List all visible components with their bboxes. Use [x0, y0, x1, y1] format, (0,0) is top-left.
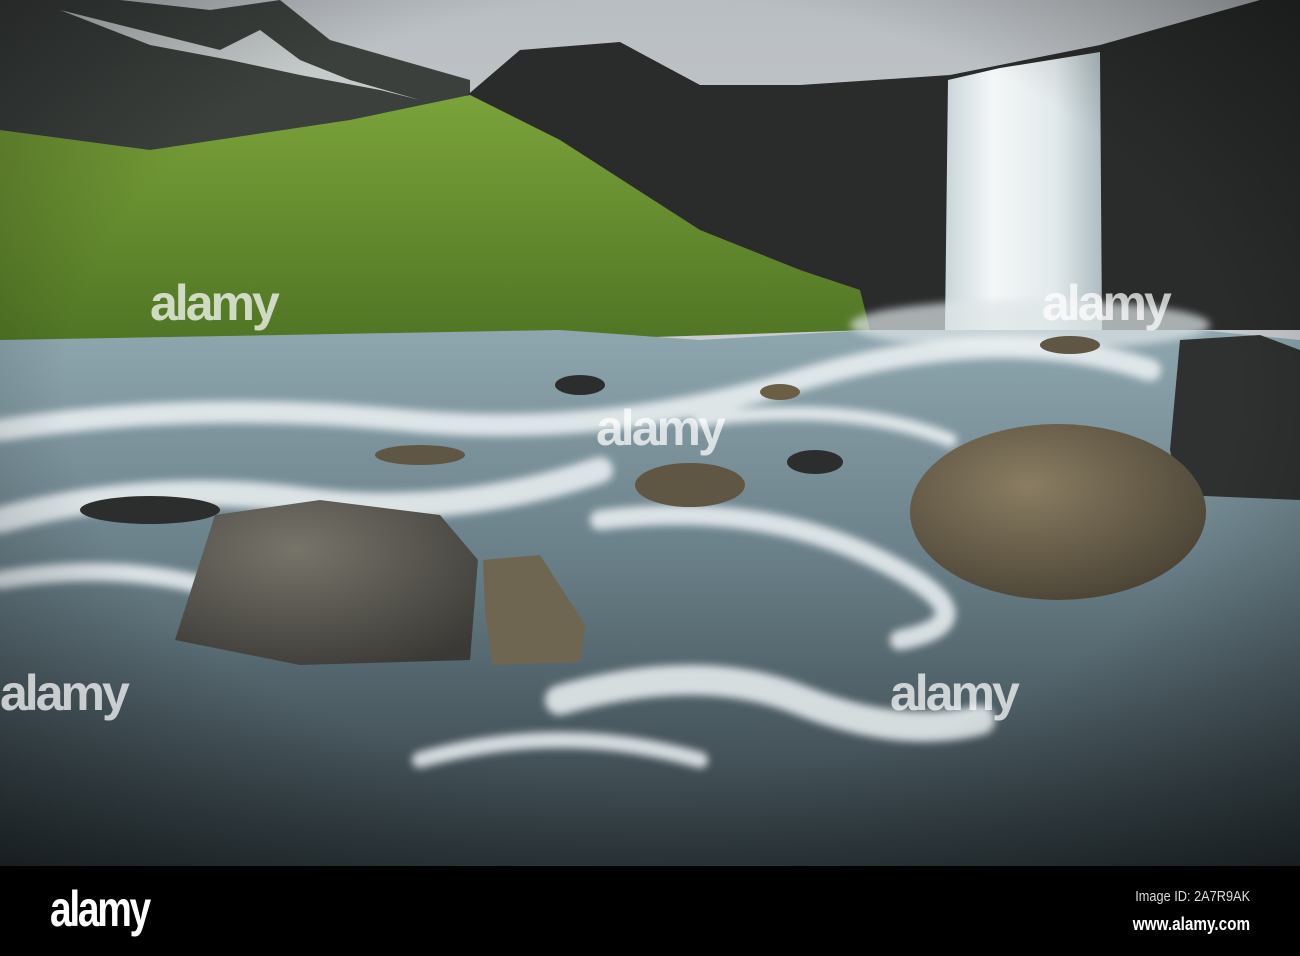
image-id: Image ID: 2A7R9AK: [1135, 888, 1250, 905]
svg-text:alamy: alamy: [150, 275, 280, 331]
stock-photo-page: alamy alamy alamy alamy alamy alamy Imag…: [0, 0, 1300, 956]
svg-text:alamy: alamy: [1042, 275, 1172, 331]
svg-text:alamy: alamy: [890, 665, 1020, 721]
alamy-logo: alamy: [50, 881, 151, 937]
svg-text:alamy: alamy: [0, 665, 130, 721]
svg-text:alamy: alamy: [596, 400, 726, 456]
waterfall-photo: alamy alamy alamy alamy alamy: [0, 0, 1300, 866]
footer-bar: alamy Image ID: 2A7R9AK www.alamy.com: [0, 866, 1300, 956]
website-link[interactable]: www.alamy.com: [1133, 914, 1250, 935]
